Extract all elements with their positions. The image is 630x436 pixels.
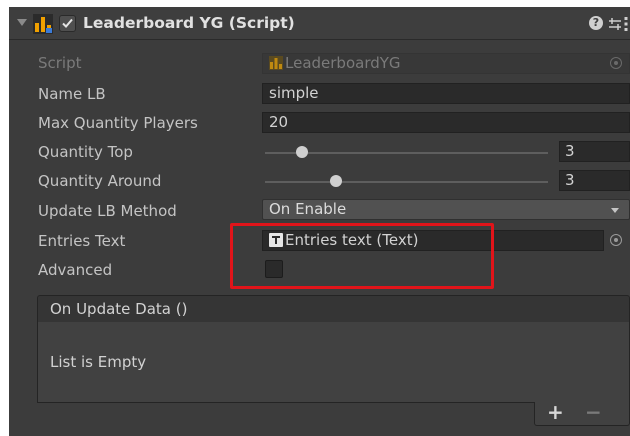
help-icon: ? xyxy=(589,16,603,30)
component-header[interactable]: Leaderboard YG (Script) ? xyxy=(9,7,630,40)
foldout-arrow-icon[interactable] xyxy=(17,19,27,26)
quantity-top-slider-thumb[interactable] xyxy=(295,146,308,158)
script-picker-icon xyxy=(610,57,622,69)
entries-text-picker-icon[interactable] xyxy=(610,234,622,246)
quantity-around-label: Quantity Around xyxy=(38,172,162,190)
quantity-top-input[interactable]: 3 xyxy=(559,141,630,162)
quantity-around-slider-track[interactable] xyxy=(265,181,548,183)
update-lb-method-value: On Enable xyxy=(269,200,347,218)
script-value: LeaderboardYG xyxy=(285,54,401,72)
advanced-label: Advanced xyxy=(38,261,113,279)
dropdown-arrow-icon xyxy=(611,208,619,213)
help-button[interactable]: ? xyxy=(589,16,605,32)
name-lb-input[interactable]: simple xyxy=(262,83,630,104)
quantity-around-input[interactable]: 3 xyxy=(559,170,630,191)
max-quantity-players-label: Max Quantity Players xyxy=(38,114,198,132)
remove-event-button[interactable]: − xyxy=(585,400,602,424)
quantity-top-label: Quantity Top xyxy=(38,143,133,161)
event-list-footer: + − xyxy=(534,400,630,426)
entries-text-value: Entries text (Text) xyxy=(285,231,419,249)
entries-text-label: Entries Text xyxy=(38,232,126,250)
entries-text-field[interactable]: Entries text (Text) xyxy=(262,230,604,251)
component-enabled-checkbox[interactable] xyxy=(59,15,76,32)
presets-icon xyxy=(609,18,621,30)
update-lb-method-label: Update LB Method xyxy=(38,202,177,220)
name-lb-label: Name LB xyxy=(38,85,106,103)
max-quantity-players-input[interactable]: 20 xyxy=(262,112,630,133)
script-label: Script xyxy=(38,54,82,72)
script-asset-icon xyxy=(269,56,283,70)
quantity-around-slider-thumb[interactable] xyxy=(329,175,342,187)
add-event-button[interactable]: + xyxy=(547,400,564,424)
more-options-button[interactable] xyxy=(624,16,630,32)
script-icon xyxy=(33,14,53,34)
event-list-empty-text: List is Empty xyxy=(50,353,147,371)
text-component-icon xyxy=(269,233,283,247)
kebab-menu-icon xyxy=(624,17,628,31)
inspector-panel: Leaderboard YG (Script) ? Script Leaderb… xyxy=(9,7,630,436)
on-update-data-event-header: On Update Data () xyxy=(37,295,630,323)
advanced-checkbox[interactable] xyxy=(265,260,283,278)
presets-button[interactable] xyxy=(608,16,624,32)
component-title: Leaderboard YG (Script) xyxy=(83,14,295,32)
script-field: LeaderboardYG xyxy=(262,53,630,74)
on-update-data-event-list: List is Empty xyxy=(37,322,630,403)
update-lb-method-dropdown[interactable]: On Enable xyxy=(262,199,630,220)
